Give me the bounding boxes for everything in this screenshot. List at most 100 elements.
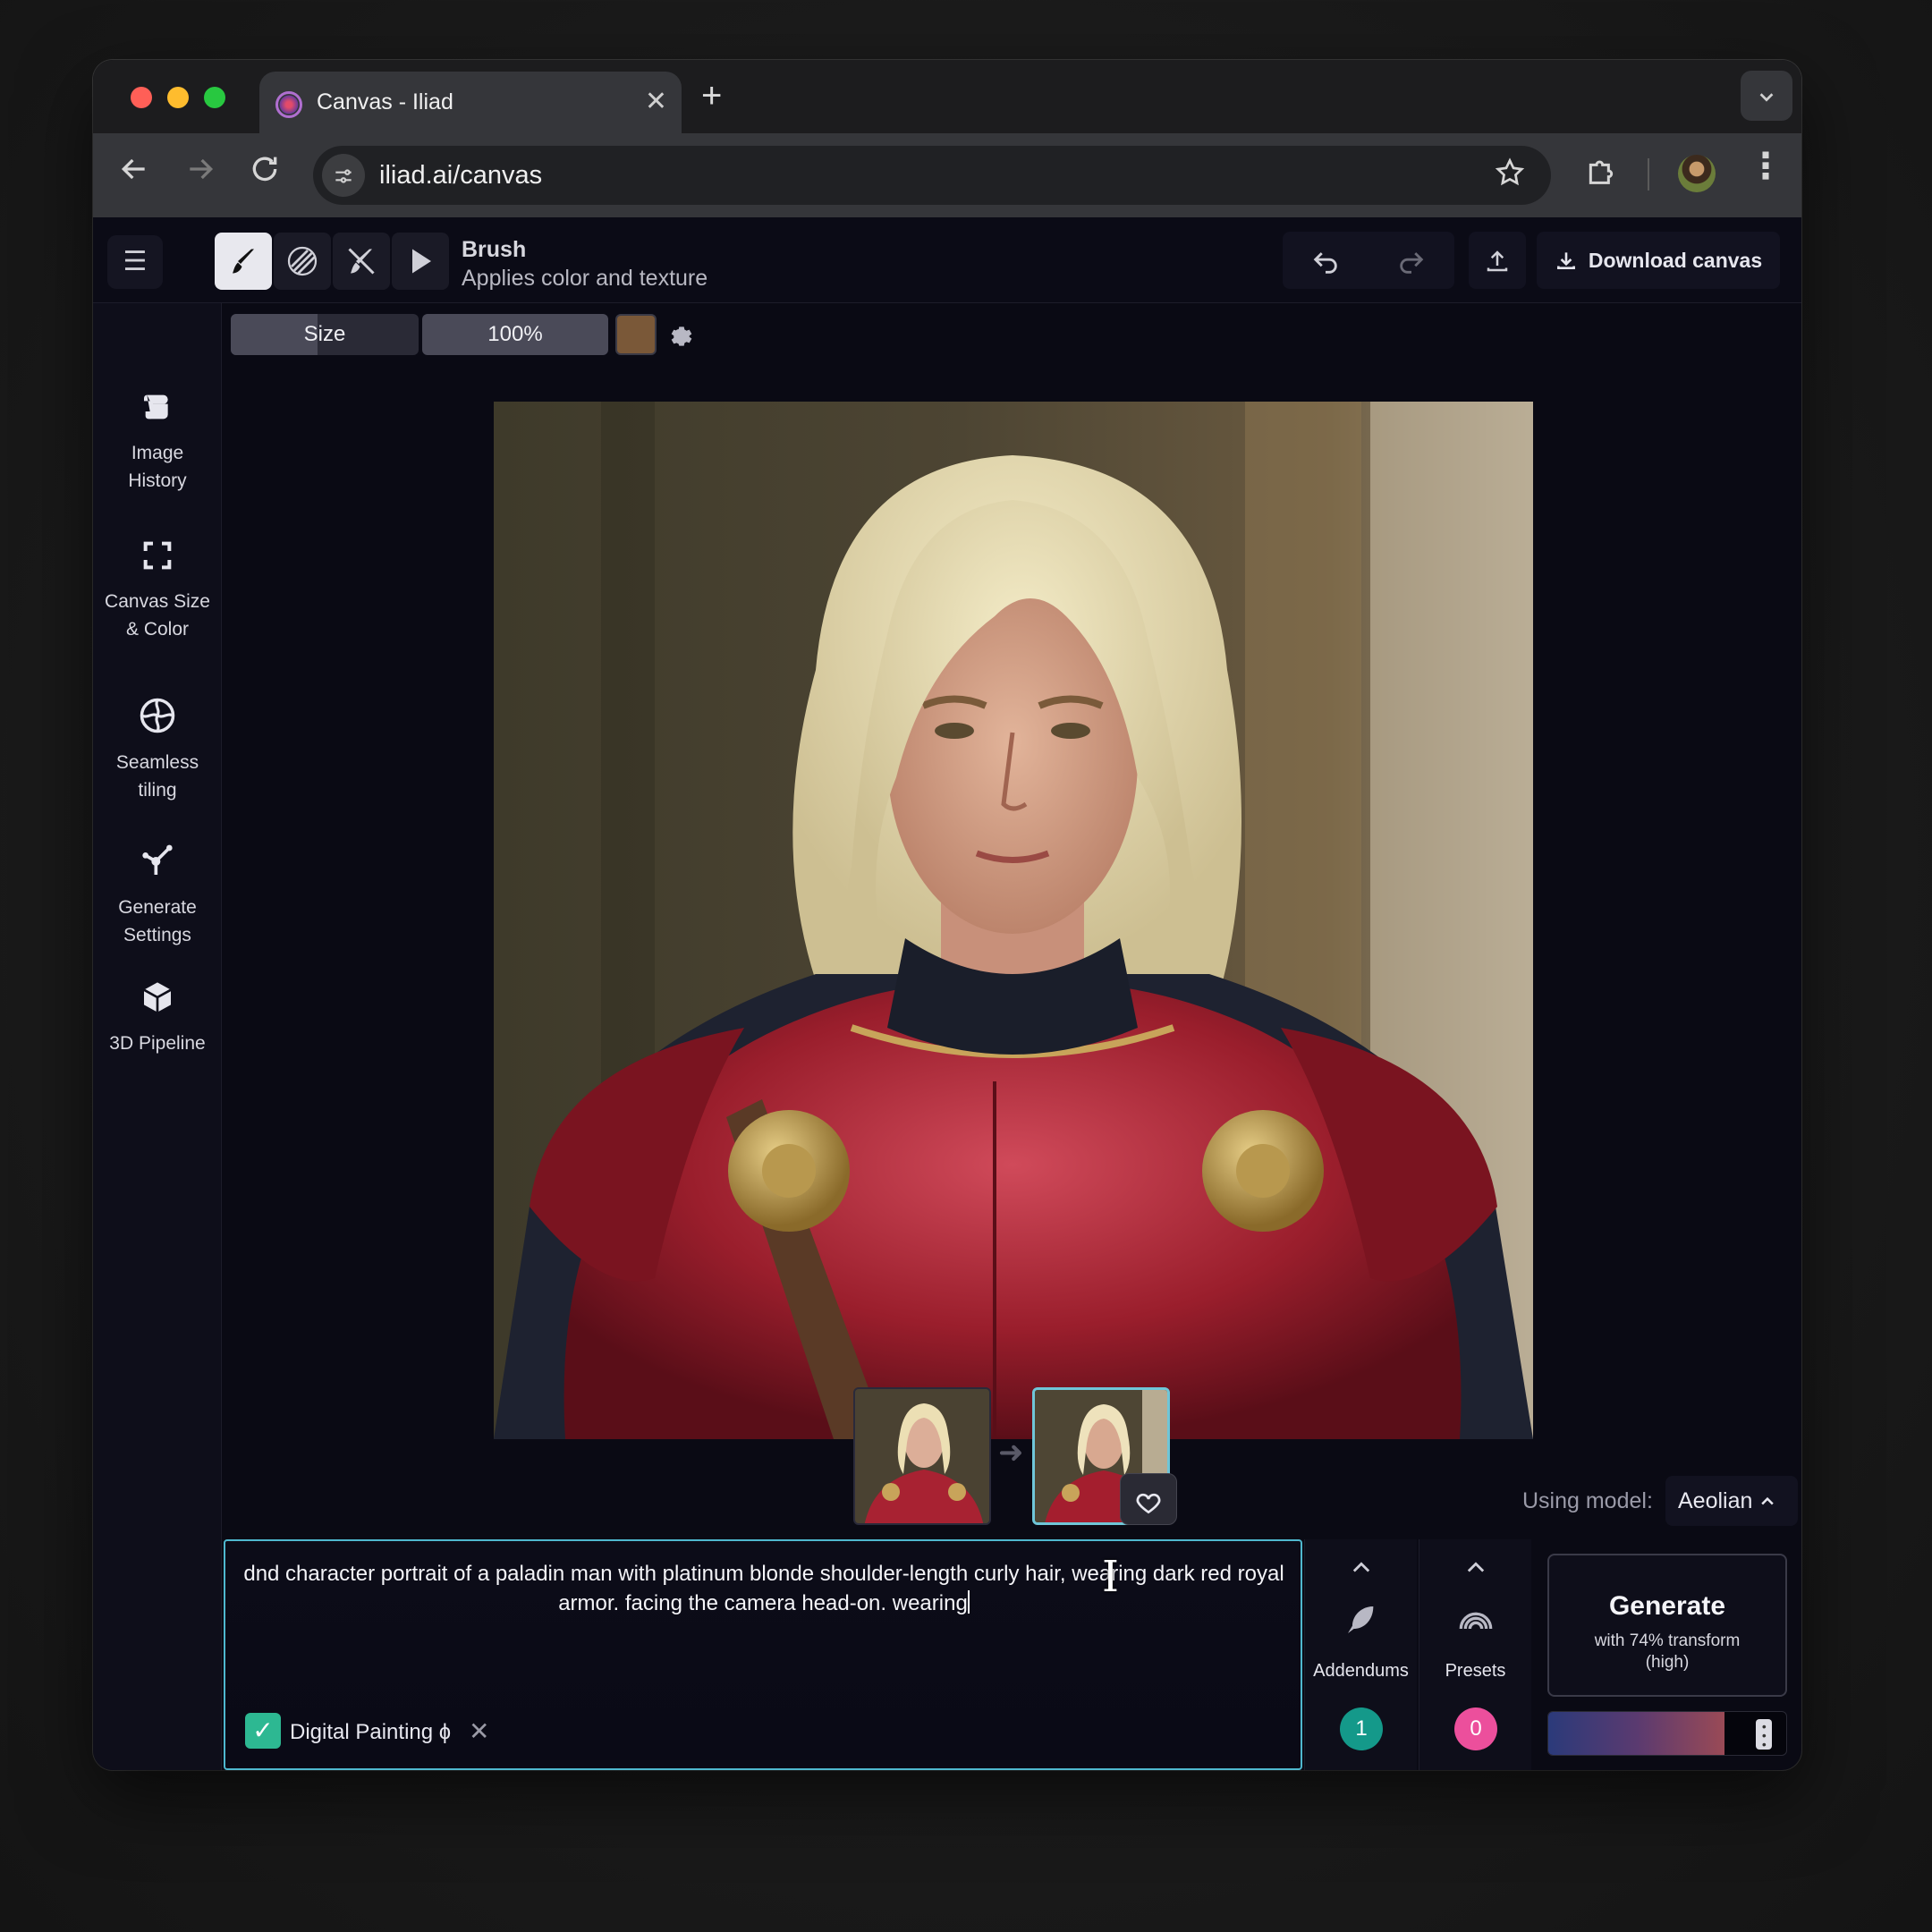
upload-icon xyxy=(1487,250,1508,272)
chevron-up-icon[interactable] xyxy=(1305,1555,1417,1588)
resize-frame-icon xyxy=(93,538,222,584)
history-controls xyxy=(1283,232,1454,289)
tab-search-button[interactable] xyxy=(1741,71,1792,121)
url-text[interactable]: iliad.ai/canvas xyxy=(379,161,542,191)
redo-button[interactable] xyxy=(1368,232,1454,289)
sidebar-item-label: Image History xyxy=(128,443,187,491)
tab-title: Canvas - Iliad xyxy=(317,89,453,114)
style-tag-label: Digital Painting ɸ xyxy=(290,1720,451,1744)
back-arrow-icon[interactable] xyxy=(116,151,152,195)
aperture-icon xyxy=(93,697,222,745)
sidebar-item-3d-pipeline[interactable]: 3D Pipeline xyxy=(93,979,222,1057)
new-tab-button[interactable]: + xyxy=(701,76,722,116)
presets-count-badge: 0 xyxy=(1454,1707,1497,1750)
presets-label: Presets xyxy=(1445,1661,1506,1681)
minimize-window-button[interactable] xyxy=(167,87,189,108)
browser-tab[interactable]: Canvas - Iliad ✕ xyxy=(259,72,682,133)
select-tool-button[interactable] xyxy=(392,233,449,290)
brush-opacity-slider[interactable]: 100% xyxy=(422,314,608,355)
ibeam-cursor-icon: I xyxy=(1102,1552,1119,1602)
cube-icon xyxy=(93,979,222,1026)
tool-selector xyxy=(215,233,449,290)
presets-panel[interactable]: Presets 0 xyxy=(1419,1539,1531,1770)
redo-icon xyxy=(1400,252,1424,274)
generate-subtitle: with 74% transform (high) xyxy=(1594,1631,1741,1672)
sidebar-item-label: Seamless tiling xyxy=(115,752,199,801)
heart-icon xyxy=(1136,1493,1161,1513)
style-checkbox[interactable]: ✓ xyxy=(245,1713,281,1749)
text-caret xyxy=(967,1590,970,1614)
remove-style-icon[interactable]: ✕ xyxy=(469,1716,489,1746)
active-tool-name: Brush xyxy=(462,237,527,262)
maximize-window-button[interactable] xyxy=(204,87,225,108)
transform-slider-fill xyxy=(1548,1712,1724,1755)
iliad-favicon-icon xyxy=(275,91,302,118)
model-name: Aeolian xyxy=(1678,1488,1753,1513)
generate-title: Generate xyxy=(1608,1591,1726,1621)
model-label: Using model: xyxy=(1522,1488,1653,1513)
chevron-up-icon[interactable] xyxy=(1419,1555,1531,1588)
transform-slider-handle[interactable]: • • • xyxy=(1756,1719,1773,1750)
tab-close-icon[interactable]: ✕ xyxy=(645,86,667,117)
sidebar-item-seamless-tiling[interactable]: Seamless tiling xyxy=(93,697,222,804)
download-canvas-button[interactable]: Download canvas xyxy=(1537,232,1780,289)
sidebar-item-label: Generate Settings xyxy=(118,897,197,945)
model-selector[interactable]: Aeolian xyxy=(1665,1476,1798,1526)
transform-strength-slider[interactable]: • • • xyxy=(1547,1711,1787,1756)
brush-icon xyxy=(233,249,254,274)
prompt-text: dnd character portrait of a paladin man … xyxy=(243,1562,1284,1615)
toolbar-divider xyxy=(1648,158,1649,191)
eraser-brush-icon xyxy=(348,248,375,275)
upload-button[interactable] xyxy=(1469,232,1526,289)
brush-size-label: Size xyxy=(303,322,346,346)
prompt-text-wrapper: dnd character portrait of a paladin man … xyxy=(243,1559,1284,1618)
forward-arrow-icon[interactable] xyxy=(182,151,218,195)
download-canvas-label: Download canvas xyxy=(1588,248,1763,272)
history-thumbnail-previous[interactable] xyxy=(853,1387,991,1525)
addendums-label: Addendums xyxy=(1313,1661,1409,1681)
chevron-up-icon xyxy=(1761,1497,1775,1505)
canvas-artwork[interactable] xyxy=(494,402,1533,1439)
undo-button[interactable] xyxy=(1283,232,1368,289)
scroll-icon xyxy=(93,389,222,436)
star-icon[interactable] xyxy=(1494,157,1526,197)
sidebar-item-canvas-size[interactable]: Canvas Size & Color xyxy=(93,538,222,643)
arrow-right-icon: ➜ xyxy=(998,1436,1024,1470)
gear-icon[interactable] xyxy=(667,314,696,355)
hamburger-menu-icon[interactable]: ☰ xyxy=(107,235,163,289)
kebab-menu-icon[interactable]: ⋮ xyxy=(1748,146,1784,187)
sidebar-item-label: Canvas Size & Color xyxy=(105,591,210,640)
sidebar-item-label: 3D Pipeline xyxy=(109,1033,206,1054)
browser-window: Canvas - Iliad ✕ + iliad.ai/canvas ⋮ ☰ B… xyxy=(93,60,1801,1770)
pattern-tool-button[interactable] xyxy=(274,233,331,290)
omnibox[interactable]: iliad.ai/canvas xyxy=(313,146,1551,205)
generate-button[interactable]: Generate with 74% transform (high) xyxy=(1547,1554,1787,1697)
paladin-portrait-image xyxy=(494,402,1533,1439)
hatch-icon xyxy=(287,246,318,276)
sidebar-item-generate-settings[interactable]: Generate Settings xyxy=(93,843,222,949)
reload-icon[interactable] xyxy=(247,151,283,195)
rainbow-icon xyxy=(1419,1602,1531,1647)
favorite-button[interactable] xyxy=(1120,1473,1177,1525)
node-graph-icon xyxy=(93,843,222,890)
eraser-tool-button[interactable] xyxy=(333,233,390,290)
sidebar-item-image-history[interactable]: Image History xyxy=(93,389,222,495)
profile-avatar[interactable] xyxy=(1678,155,1716,192)
brush-color-swatch[interactable] xyxy=(615,314,657,355)
brush-size-slider[interactable]: Size xyxy=(231,314,419,355)
active-tool-description: Applies color and texture xyxy=(462,266,708,291)
tab-strip: Canvas - Iliad ✕ + xyxy=(93,60,1801,133)
addendums-panel[interactable]: Addendums 1 xyxy=(1304,1539,1417,1770)
chevron-down-icon xyxy=(1759,92,1774,102)
site-info-icon[interactable] xyxy=(322,154,365,197)
app-toolbar: ☰ Brush Applies color and texture Downlo… xyxy=(93,217,1801,303)
feather-icon xyxy=(1305,1602,1417,1647)
cursor-arrow-icon xyxy=(412,249,431,274)
undo-icon xyxy=(1313,252,1337,274)
addendums-count-badge: 1 xyxy=(1340,1707,1383,1750)
left-sidebar: Image History Canvas Size & Color Seamle… xyxy=(93,303,222,1770)
close-window-button[interactable] xyxy=(131,87,152,108)
extensions-icon[interactable] xyxy=(1583,153,1619,197)
brush-tool-button[interactable] xyxy=(215,233,272,290)
address-bar-row: iliad.ai/canvas ⋮ xyxy=(93,133,1801,217)
